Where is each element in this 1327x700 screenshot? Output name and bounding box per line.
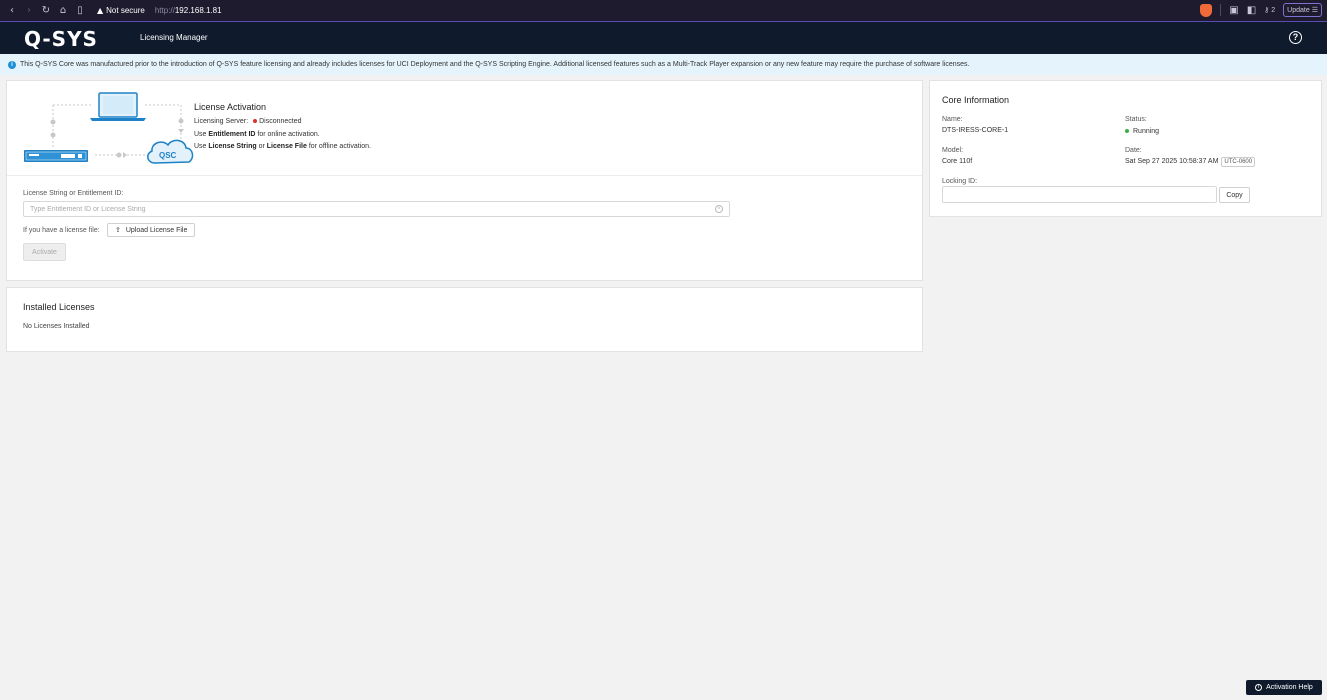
core-information-card: Core Information Name: DTS-IRESS-CORE-1 … xyxy=(929,80,1322,217)
qsys-logo: Q-SYS xyxy=(24,27,98,51)
upload-prompt: If you have a license file: xyxy=(23,227,100,234)
address-bar[interactable]: http://192.168.1.81 xyxy=(155,6,222,15)
offline-term-string: License String xyxy=(208,143,257,150)
server-label: Licensing Server: xyxy=(194,118,249,125)
status-label: Status: xyxy=(1125,116,1147,123)
online-prefix: Use xyxy=(194,130,207,138)
url-protocol: http:// xyxy=(154,6,175,15)
back-icon[interactable]: ‹ xyxy=(5,5,19,16)
timezone-badge: UTC-0600 xyxy=(1221,157,1256,167)
name-value: DTS-IRESS-CORE-1 xyxy=(942,127,1009,134)
key-icon: ⚷ xyxy=(1264,7,1270,14)
app-header: Q-SYS Licensing Manager ? xyxy=(0,22,1327,54)
locking-id-field[interactable] xyxy=(942,186,1217,203)
info-circle-icon: i xyxy=(1255,684,1263,691)
bookmark-icon[interactable]: ▯ xyxy=(73,5,87,16)
activation-title: License Activation xyxy=(194,102,267,112)
upload-icon: ⇪ xyxy=(115,227,121,234)
activation-illustration-icon: QSC xyxy=(24,92,194,164)
activation-info: License Activation Licensing Server: Disc… xyxy=(194,102,371,154)
offline-suffix: for offline activation. xyxy=(308,143,371,150)
locking-id-label: Locking ID: xyxy=(942,178,978,185)
copy-button[interactable]: Copy xyxy=(1219,187,1250,203)
disconnected-dot-icon xyxy=(253,119,258,124)
online-hint: Use Entitlement ID for online activation… xyxy=(194,129,371,142)
forward-icon[interactable]: › xyxy=(22,5,36,16)
installed-licenses-card: Installed Licenses No Licenses Installed xyxy=(6,287,923,352)
online-suffix: for online activation. xyxy=(257,130,320,138)
upload-button-label: Upload License File xyxy=(125,226,188,234)
server-status: Disconnected xyxy=(259,118,302,125)
brave-shield-icon[interactable] xyxy=(1200,3,1213,17)
reload-icon[interactable]: ↻ xyxy=(39,5,53,16)
model-value: Core 110f xyxy=(942,158,973,165)
server-status-line: Licensing Server: Disconnected xyxy=(194,116,371,129)
model-label: Model: xyxy=(942,147,964,154)
wallet-icon[interactable]: ▣ xyxy=(1229,5,1238,16)
name-label: Name: xyxy=(942,116,963,123)
cloud-label: QSC xyxy=(159,151,177,160)
extensions-button[interactable]: ⚷ 2 xyxy=(1264,6,1275,14)
security-indicator[interactable]: ▲ Not secure xyxy=(97,6,145,15)
update-button[interactable]: Update ☰ xyxy=(1283,3,1322,17)
activation-help-button[interactable]: i Activation Help xyxy=(1246,680,1322,695)
license-field-label: License String or Entitlement ID: xyxy=(23,190,124,197)
info-icon: i xyxy=(8,60,16,69)
date-label: Date: xyxy=(1125,147,1142,154)
installed-empty-text: No Licenses Installed xyxy=(23,323,90,330)
browser-nav: ‹ › ↻ ⌂ ▯ xyxy=(0,5,87,16)
toolbar-divider xyxy=(1220,4,1222,16)
home-icon[interactable]: ⌂ xyxy=(56,5,70,16)
app-title: Licensing Manager xyxy=(140,33,208,42)
section-divider xyxy=(7,175,922,176)
browser-actions: ▣ ◧ ⚷ 2 Update ☰ xyxy=(1200,3,1322,17)
license-string-input[interactable] xyxy=(23,201,730,217)
offline-prefix: Use xyxy=(194,143,207,150)
offline-term-file: License File xyxy=(266,143,307,150)
date-value: Sat Sep 27 2025 10:58:37 AM xyxy=(1125,158,1219,165)
menu-icon: ☰ xyxy=(1311,7,1318,14)
offline-hint: Use License String or License File for o… xyxy=(194,141,371,154)
date-value-row: Sat Sep 27 2025 10:58:37 AM UTC-0600 xyxy=(1125,157,1256,167)
core-info-title: Core Information xyxy=(942,95,1010,105)
status-value: Running xyxy=(1133,128,1160,135)
info-banner: i This Q-SYS Core was manufactured prior… xyxy=(0,54,1327,75)
browser-toolbar: ‹ › ↻ ⌂ ▯ ▲ Not secure http://192.168.1.… xyxy=(0,0,1327,21)
running-dot-icon xyxy=(1125,129,1129,134)
status-value-row: Running xyxy=(1125,128,1159,135)
warning-icon: ▲ xyxy=(97,6,104,15)
upload-license-file-button[interactable]: ⇪ Upload License File xyxy=(107,223,196,237)
offline-or: or xyxy=(258,143,265,150)
activate-button[interactable]: Activate xyxy=(23,243,66,261)
online-term: Entitlement ID xyxy=(208,130,256,138)
clear-icon[interactable]: × xyxy=(715,205,723,213)
logo-text: Q-SYS xyxy=(24,27,98,51)
banner-message: This Q-SYS Core was manufactured prior t… xyxy=(20,61,970,68)
update-label: Update xyxy=(1287,6,1310,14)
url-host: 192.168.1.81 xyxy=(174,6,222,15)
help-icon[interactable]: ? xyxy=(1289,31,1302,44)
security-label: Not secure xyxy=(106,6,145,15)
installed-title: Installed Licenses xyxy=(23,302,95,312)
sidebar-icon[interactable]: ◧ xyxy=(1247,5,1256,16)
extension-count: 2 xyxy=(1271,7,1276,14)
activation-help-label: Activation Help xyxy=(1266,684,1313,691)
license-activation-card: QSC License Activation Licensing Server:… xyxy=(6,80,923,281)
